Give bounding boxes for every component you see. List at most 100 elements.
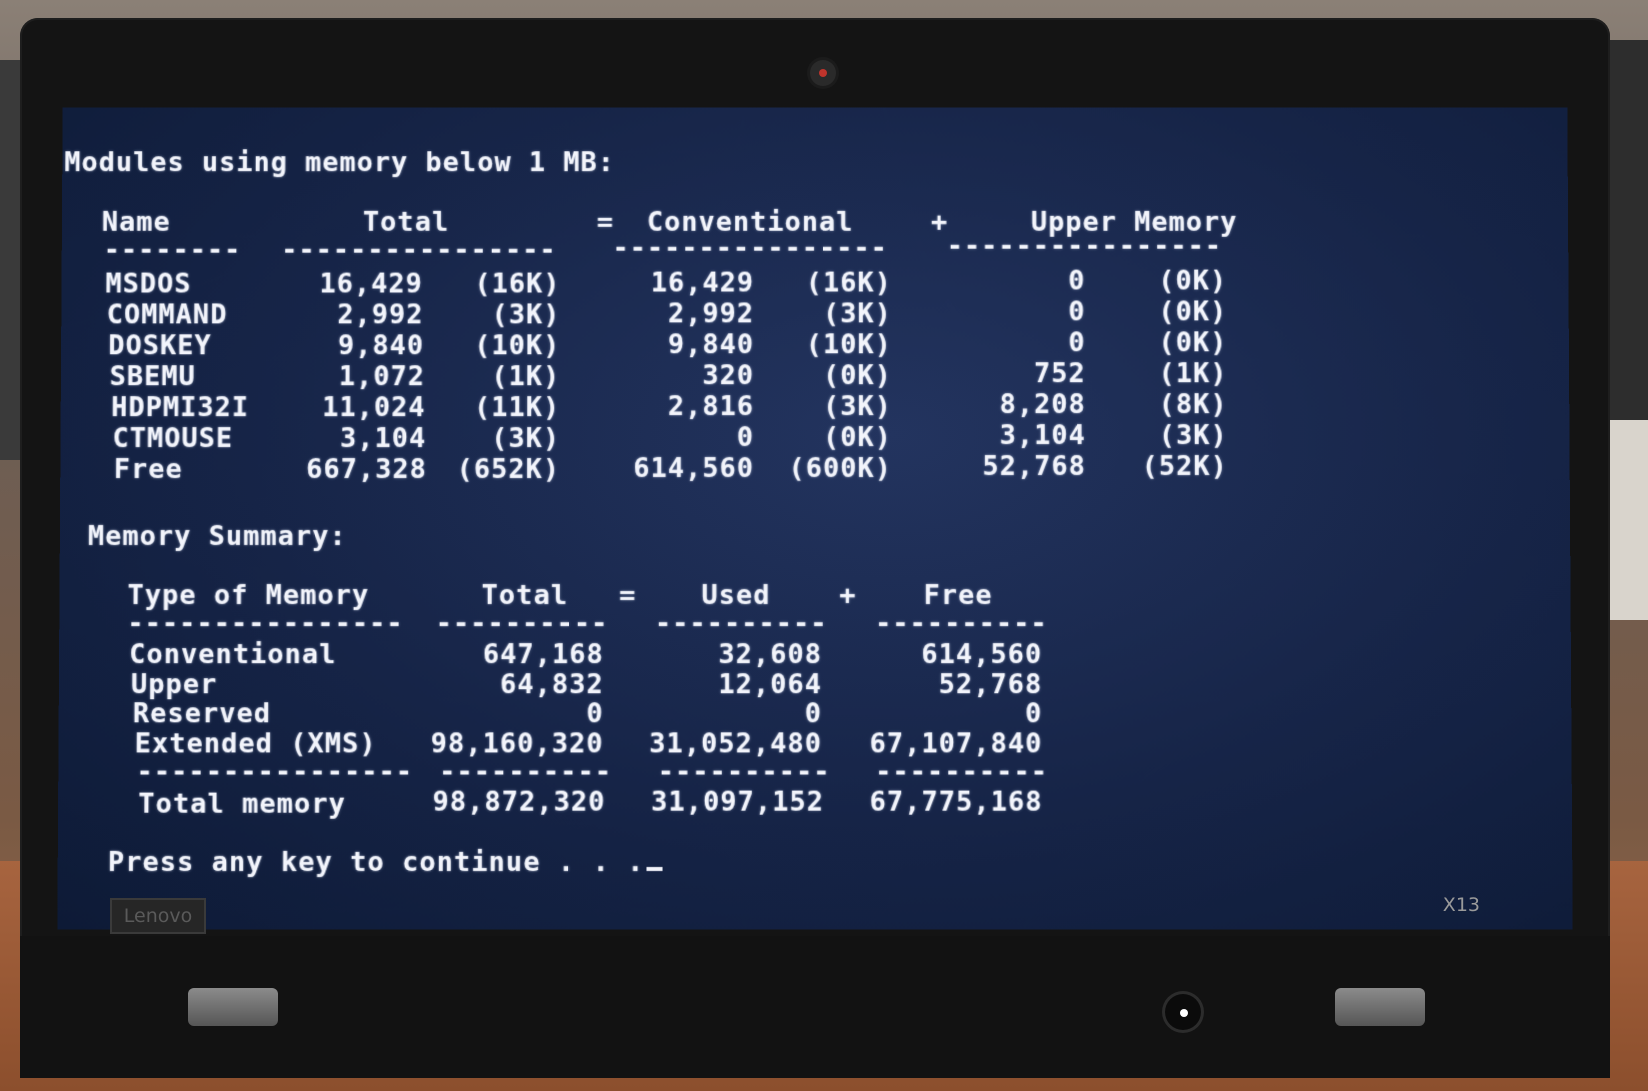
summary-used: 12,064: [718, 668, 823, 700]
module-total: 2,992: [337, 299, 424, 331]
summary-header-4: +: [839, 580, 857, 612]
summary-used: 0: [804, 698, 823, 730]
summary-total: 98,160,320: [430, 727, 604, 759]
module-conv: 2,816: [667, 391, 755, 423]
laptop: Modules using memory below 1 MB: Name Tota…: [20, 18, 1610, 1078]
power-button[interactable]: [1165, 994, 1201, 1030]
summary-type: Conventional: [129, 639, 337, 671]
module-conv: 320: [702, 360, 755, 392]
module-name: DOSKEY: [108, 330, 212, 362]
module-total: 11,024: [322, 392, 426, 424]
modules-sep-total: ----------------: [281, 234, 557, 266]
module-upper: 52,768: [982, 451, 1086, 483]
module-total: 667,328: [306, 454, 428, 486]
module-conv: 2,992: [667, 298, 755, 330]
summary-total-free: 67,775,168: [869, 786, 1043, 818]
module-total-k: (10K): [474, 330, 561, 362]
module-upper: 752: [1033, 358, 1086, 390]
summary-sep2-free: ----------: [875, 756, 1049, 788]
summary-free: 52,768: [938, 668, 1043, 700]
summary-total: 64,832: [499, 668, 604, 700]
module-total-k: (652K): [456, 454, 561, 486]
summary-header-5: Free: [923, 580, 993, 612]
module-upper-k: (0K): [1158, 327, 1228, 359]
summary-heading: Memory Summary:: [87, 520, 347, 553]
summary-sep-total: ----------: [435, 608, 609, 640]
modules-sep-upper: ----------------: [946, 230, 1223, 262]
modules-heading: Modules using memory below 1 MB:: [64, 147, 615, 179]
module-total-k: (11K): [473, 392, 561, 424]
summary-type: Reserved: [132, 698, 272, 730]
summary-free: 0: [1025, 698, 1043, 730]
summary-total-used: 31,097,152: [651, 786, 825, 818]
module-conv: 16,429: [650, 267, 755, 299]
summary-header-0: Type of Memory: [127, 580, 370, 612]
modules-sep-conv: ----------------: [612, 232, 888, 264]
model-label: X13: [1442, 894, 1480, 916]
module-conv-k: (0K): [822, 422, 892, 454]
summary-used: 32,608: [718, 639, 823, 671]
module-total: 9,840: [337, 330, 425, 362]
module-upper: 3,104: [999, 420, 1086, 452]
module-name: CTMOUSE: [112, 423, 234, 455]
module-name: HDPMI32I: [110, 392, 250, 424]
module-total-k: (1K): [491, 361, 561, 393]
module-upper-k: (1K): [1158, 358, 1228, 390]
module-conv-k: (10K): [805, 329, 892, 361]
dos-screen[interactable]: Modules using memory below 1 MB: Name Tota…: [57, 107, 1573, 930]
summary-sep2-used: ----------: [657, 756, 831, 788]
module-upper: 0: [1068, 265, 1086, 297]
module-upper: 0: [1068, 327, 1086, 359]
summary-header-3: Used: [701, 580, 771, 612]
summary-type: Extended (XMS): [134, 727, 377, 759]
continue-prompt: Press any key to continue . . .: [108, 847, 663, 878]
summary-free: 67,107,840: [869, 727, 1043, 759]
module-conv-k: (600K): [788, 453, 892, 485]
module-conv: 614,560: [633, 453, 755, 485]
module-total-k: (16K): [474, 268, 561, 300]
summary-sep-free: ----------: [875, 608, 1048, 640]
summary-total: 647,168: [482, 639, 604, 671]
module-name: Free: [113, 454, 183, 486]
module-conv: 0: [736, 422, 755, 454]
summary-sep2-total: ----------: [439, 756, 613, 788]
summary-total-type: Total memory: [138, 788, 346, 820]
module-total-k: (3K): [491, 299, 561, 331]
hinge-right: [1335, 988, 1425, 1026]
module-upper-k: (0K): [1158, 265, 1228, 297]
summary-free: 614,560: [921, 639, 1043, 671]
module-name: SBEMU: [109, 361, 196, 393]
summary-header-2: =: [619, 580, 637, 612]
text-cursor: [646, 866, 663, 872]
summary-header-1: Total: [481, 580, 569, 612]
summary-type: Upper: [130, 668, 218, 700]
photo-scene: Modules using memory below 1 MB: Name Tota…: [0, 0, 1648, 1091]
summary-total-total: 98,872,320: [432, 786, 606, 818]
hinge-left: [188, 988, 278, 1026]
module-total: 16,429: [319, 268, 423, 300]
modules-header-1: Total: [362, 206, 450, 238]
module-upper-k: (52K): [1141, 451, 1228, 483]
module-upper-k: (8K): [1158, 389, 1228, 421]
module-conv-k: (3K): [822, 298, 892, 330]
module-total: 1,072: [338, 361, 425, 393]
module-name: MSDOS: [105, 268, 192, 300]
summary-used: 31,052,480: [649, 727, 823, 759]
module-conv: 9,840: [667, 329, 755, 361]
power-led: [1180, 1009, 1188, 1017]
module-upper: 8,208: [999, 389, 1086, 421]
modules-header-0: Name: [101, 206, 171, 238]
module-name: COMMAND: [106, 299, 228, 331]
lenovo-logo: Lenovo: [110, 898, 206, 934]
webcam-icon: [810, 60, 836, 86]
module-conv-k: (0K): [822, 360, 892, 392]
module-conv-k: (16K): [805, 267, 892, 299]
summary-total: 0: [586, 698, 604, 730]
summary-sep-type: ----------------: [127, 608, 404, 640]
summary-sep2-type: ----------------: [136, 756, 414, 788]
module-total-k: (3K): [491, 423, 561, 455]
module-upper: 0: [1068, 296, 1086, 328]
module-total: 3,104: [339, 423, 427, 455]
module-upper-k: (3K): [1158, 420, 1228, 452]
module-conv-k: (3K): [822, 391, 892, 423]
